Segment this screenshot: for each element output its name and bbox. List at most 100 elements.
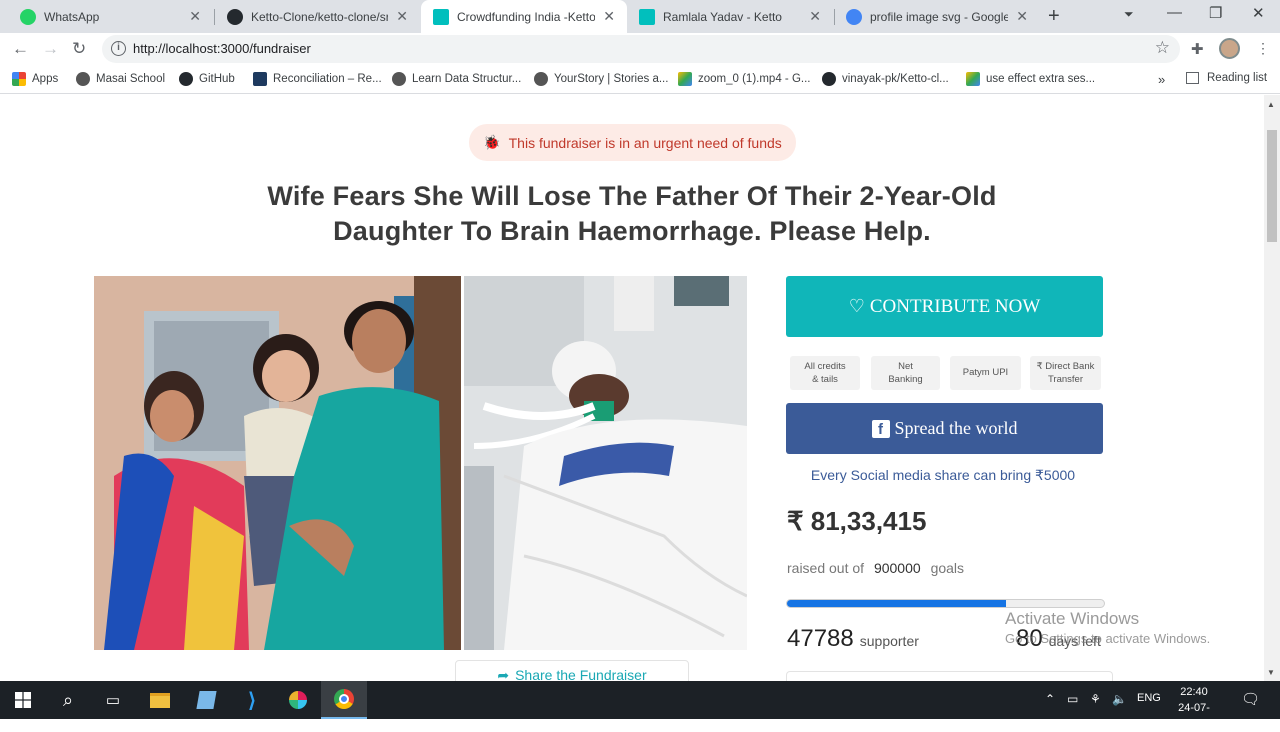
bookmark-use-effect[interactable]: use effect extra ses... <box>966 72 1095 86</box>
urgent-banner: 🐞 This fundraiser is in an urgent need o… <box>469 124 796 161</box>
tab-google-search[interactable]: profile image svg - Google S ✕ <box>834 0 1040 33</box>
close-tab-icon[interactable]: ✕ <box>603 8 615 25</box>
restore-icon[interactable]: ❐ <box>1209 4 1222 22</box>
bookmark-zoom-drive[interactable]: zoom_0 (1).mp4 - G... <box>678 72 810 86</box>
address-url[interactable]: http://localhost:3000/fundraiser <box>133 41 311 56</box>
file-explorer-icon[interactable] <box>137 681 183 719</box>
battery-icon[interactable]: ▭ <box>1067 692 1078 706</box>
activate-windows-watermark: Activate Windows Go to Settings to activ… <box>1005 609 1210 649</box>
payment-method-line2: Transfer <box>1047 374 1084 385</box>
bookmark-yourstory[interactable]: YourStory | Stories a... <box>534 72 668 86</box>
browser-toolbar: ← → ↻ i http://localhost:3000/fundraiser… <box>0 33 1280 65</box>
apps-grid-icon <box>12 72 26 86</box>
minimize-icon[interactable]: — <box>1167 4 1182 21</box>
bookmark-label: vinayak-pk/Ketto-cl... <box>842 73 949 85</box>
google-drive-icon <box>678 72 692 86</box>
bookmarks-bar: Apps Masai School GitHub Reconciliation … <box>0 65 1280 94</box>
tab-search-icon[interactable]: ⏷ <box>1124 7 1134 22</box>
reading-list-icon <box>1186 72 1199 84</box>
goal-value: 900000 <box>873 560 921 576</box>
site-info-icon[interactable]: i <box>111 41 126 56</box>
chrome-taskbar-icon[interactable] <box>321 681 367 719</box>
reading-list-label: Reading list <box>1207 72 1268 84</box>
payment-credit-card[interactable]: All credits & tails <box>790 356 860 390</box>
new-tab-button[interactable]: + <box>1048 5 1060 28</box>
spread-the-world-button[interactable]: f Spread the world <box>786 403 1103 454</box>
share-fundraiser-label: Share the Fundraiser <box>515 667 647 681</box>
language-indicator[interactable]: ENG <box>1137 692 1161 704</box>
bookmark-masai[interactable]: Masai School <box>76 72 165 86</box>
family-photo <box>94 276 461 650</box>
bookmark-label: use effect extra ses... <box>986 73 1096 85</box>
contribute-now-button[interactable]: ♡ CONTRIBUTE NOW <box>786 276 1103 337</box>
slack-icon[interactable] <box>275 681 321 719</box>
close-tab-icon[interactable]: ✕ <box>809 8 821 25</box>
tab-crowdfunding-ketto[interactable]: Crowdfunding India -Ketto ✕ <box>421 0 627 33</box>
payment-method-line1: Patym UPI <box>962 367 1009 378</box>
bookmark-label: Apps <box>32 73 59 85</box>
reading-list-button[interactable]: Reading list <box>1186 72 1267 84</box>
globe-icon <box>76 72 90 86</box>
notifications-icon[interactable]: 🗨 <box>1241 690 1260 708</box>
bookmark-reconciliation[interactable]: Reconciliation – Re... <box>253 72 382 86</box>
reload-icon[interactable]: ↻ <box>72 39 86 59</box>
ketto-icon <box>433 8 449 25</box>
address-bar[interactable]: i http://localhost:3000/fundraiser ☆ <box>102 35 1180 63</box>
back-icon[interactable]: ← <box>12 39 29 59</box>
page-scrollbar[interactable]: ▲ ▼ <box>1264 95 1280 681</box>
heart-icon: ♡ <box>848 296 865 316</box>
bookmark-label: YourStory | Stories a... <box>554 73 669 85</box>
scroll-down-arrow-icon[interactable]: ▼ <box>1267 668 1275 677</box>
volume-icon[interactable]: 🔈 <box>1112 692 1127 706</box>
hospital-photo-illustration <box>464 276 747 650</box>
payment-method-line1: All credits <box>804 361 846 372</box>
raised-amount: ₹ 81,33,415 <box>787 506 927 536</box>
github-icon <box>179 72 193 86</box>
start-button[interactable] <box>0 681 46 719</box>
bug-icon: 🐞 <box>483 134 501 150</box>
globe-icon <box>392 72 406 86</box>
funding-progress-bar <box>786 599 1105 608</box>
payment-method-line2: Banking <box>888 374 923 385</box>
fundraiser-title-line2: Daughter To Brain Haemorrhage. Please He… <box>333 216 931 246</box>
tab-title: WhatsApp <box>44 9 100 24</box>
taskbar-clock[interactable]: 22:40 24-07-2021 <box>1166 684 1222 732</box>
close-window-icon[interactable]: ✕ <box>1252 4 1265 22</box>
ketto-icon <box>639 8 655 25</box>
extensions-icon[interactable]: ✚ <box>1191 40 1204 58</box>
google-drive-icon <box>966 72 980 86</box>
globe-icon <box>534 72 548 86</box>
goal-line: raised out of 900000 goals <box>787 560 964 576</box>
tab-whatsapp[interactable]: WhatsApp ✕ <box>8 0 213 33</box>
bookmark-learn-ds[interactable]: Learn Data Structur... <box>392 72 521 86</box>
bookmark-github[interactable]: GitHub <box>179 72 235 86</box>
tray-chevron-icon[interactable]: ⌃ <box>1045 692 1055 706</box>
payment-paytm-upi[interactable]: Patym UPI <box>950 356 1021 390</box>
tab-ramlala-ketto[interactable]: Ramlala Yadav - Ketto ✕ <box>627 0 833 33</box>
close-tab-icon[interactable]: ✕ <box>396 8 408 25</box>
fundraiser-title-line1: Wife Fears She Will Lose The Father Of T… <box>267 181 997 211</box>
profile-avatar[interactable] <box>1219 38 1240 59</box>
notepad-icon[interactable] <box>183 681 229 719</box>
task-view-icon[interactable]: ▭ <box>90 681 136 719</box>
share-fundraiser-button[interactable]: ➦ Share the Fundraiser <box>455 660 689 681</box>
fundraiser-title: Wife Fears She Will Lose The Father Of T… <box>200 179 1064 249</box>
close-tab-icon[interactable]: ✕ <box>189 8 201 25</box>
close-tab-icon[interactable]: ✕ <box>1016 8 1028 25</box>
network-icon[interactable]: ⚘ <box>1090 692 1101 706</box>
menu-kebab-icon[interactable]: ⋮ <box>1256 40 1270 57</box>
payment-bank-transfer[interactable]: ₹ Direct Bank Transfer <box>1030 356 1101 390</box>
bookmark-star-icon[interactable]: ☆ <box>1155 38 1170 58</box>
tab-github[interactable]: Ketto-Clone/ketto-clone/src/ ✕ <box>215 0 420 33</box>
bookmark-ketto-clone[interactable]: vinayak-pk/Ketto-cl... <box>822 72 949 86</box>
tab-title: Crowdfunding India -Ketto <box>457 9 596 24</box>
bookmark-apps[interactable]: Apps <box>12 72 58 86</box>
more-bookmarks-button[interactable]: » <box>1158 72 1165 87</box>
scroll-up-arrow-icon[interactable]: ▲ <box>1267 100 1275 109</box>
google-icon <box>846 8 862 25</box>
scrollbar-thumb[interactable] <box>1267 130 1277 242</box>
forward-icon[interactable]: → <box>42 39 59 59</box>
search-icon[interactable]: ⌕ <box>45 681 91 719</box>
vscode-icon[interactable]: ⟩ <box>229 681 275 719</box>
payment-net-banking[interactable]: Net Banking <box>871 356 940 390</box>
